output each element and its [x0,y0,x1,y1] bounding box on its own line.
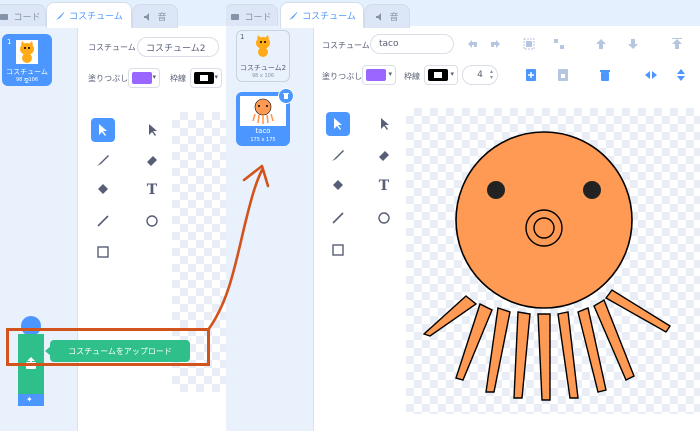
tab-costumes-label: コスチューム [302,12,356,22]
tab-costumes-label: コスチューム [69,12,123,22]
brush-icon [55,11,65,21]
tab-costumes[interactable]: コスチューム [46,2,132,28]
annotation-arrow [206,164,270,332]
brush-icon [288,11,298,21]
tab-costumes[interactable]: コスチューム [280,2,364,28]
